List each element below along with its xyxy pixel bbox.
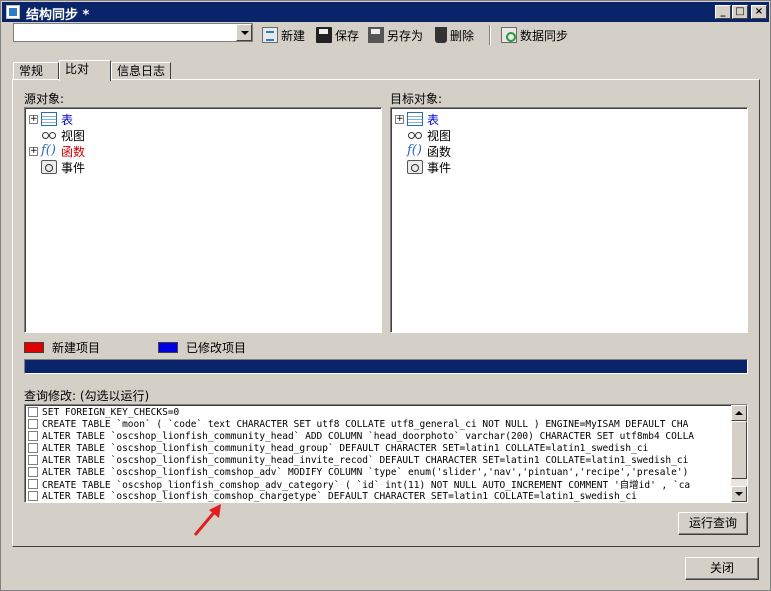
source-label: 源对象: xyxy=(24,92,65,106)
table-icon xyxy=(41,112,57,126)
new-icon xyxy=(262,27,278,43)
save-button[interactable]: 保存 xyxy=(316,26,359,44)
query-checkbox[interactable] xyxy=(28,419,38,429)
target-node-tables[interactable]: + 表 xyxy=(395,111,439,127)
query-label: 查询修改: (勾选以运行) xyxy=(24,389,150,403)
query-text: ALTER TABLE `oscshop_lionfish_community_… xyxy=(42,454,689,466)
save-as-label: 另存为 xyxy=(387,28,424,43)
target-node-views[interactable]: 视图 xyxy=(395,127,451,143)
query-row[interactable]: ALTER TABLE `oscshop_lionfish_community_… xyxy=(28,430,694,442)
delete-button[interactable]: 删除 xyxy=(435,26,474,44)
tab-compare[interactable]: 比对 xyxy=(59,60,111,81)
query-checkbox[interactable] xyxy=(28,479,38,489)
close-window-button[interactable]: × xyxy=(751,5,767,19)
toolbar-separator xyxy=(489,25,491,45)
save-icon xyxy=(316,27,332,43)
save-as-button[interactable]: 另存为 xyxy=(368,26,423,44)
close-button[interactable]: 关闭 xyxy=(685,557,759,580)
query-checkbox[interactable] xyxy=(28,431,38,441)
save-as-icon xyxy=(368,27,384,43)
target-label: 目标对象: xyxy=(390,92,443,106)
plus-icon[interactable]: + xyxy=(395,114,404,124)
query-text: ALTER TABLE `oscshop_lionfish_comshop_ch… xyxy=(42,490,637,502)
query-row[interactable]: ALTER TABLE `oscshop_lionfish_comshop_ch… xyxy=(28,490,637,502)
chevron-down-icon[interactable] xyxy=(236,24,252,41)
target-node-events[interactable]: 事件 xyxy=(395,159,451,175)
query-checkbox[interactable] xyxy=(28,443,38,453)
source-node-views-label: 视图 xyxy=(61,128,86,143)
query-list[interactable]: SET FOREIGN_KEY_CHECKS=0 CREATE TABLE `m… xyxy=(24,404,748,503)
view-icon xyxy=(41,128,57,142)
source-node-events[interactable]: 事件 xyxy=(29,159,85,175)
title-bar: 结构同步 * _ □ × xyxy=(2,2,769,23)
source-tree[interactable]: + 表 视图 + f() 函数 事件 xyxy=(24,107,382,333)
source-node-events-label: 事件 xyxy=(61,160,86,175)
query-row[interactable]: ALTER TABLE `oscshop_lionfish_community_… xyxy=(28,442,648,454)
annotation-arrow-icon xyxy=(193,504,221,536)
toolbar: 新建 保存 另存为 删除 数据同步 xyxy=(11,23,761,47)
query-checkbox[interactable] xyxy=(28,407,38,417)
event-icon xyxy=(407,160,423,174)
legend-modified-swatch xyxy=(158,342,178,353)
query-text: SET FOREIGN_KEY_CHECKS=0 xyxy=(42,406,180,418)
data-sync-button[interactable]: 数据同步 xyxy=(501,26,568,44)
profile-combo[interactable] xyxy=(13,23,253,42)
query-row[interactable]: ALTER TABLE `oscshop_lionfish_community_… xyxy=(28,454,688,466)
target-node-events-label: 事件 xyxy=(427,160,452,175)
delete-label: 删除 xyxy=(450,28,475,43)
target-node-functions-label: 函数 xyxy=(427,144,452,159)
query-text: CREATE TABLE `moon` ( `code` text CHARAC… xyxy=(42,418,689,430)
run-query-button[interactable]: 运行查询 xyxy=(678,512,748,535)
query-checkbox[interactable] xyxy=(28,491,38,501)
scroll-up-icon[interactable] xyxy=(731,405,747,421)
legend-new-swatch xyxy=(24,342,44,353)
save-label: 保存 xyxy=(335,28,360,43)
query-text: CREATE TABLE `oscshop_lionfish_comshop_a… xyxy=(42,480,691,491)
source-node-tables[interactable]: + 表 xyxy=(29,111,73,127)
query-row[interactable]: CREATE TABLE `oscshop_lionfish_comshop_a… xyxy=(28,478,691,491)
function-icon: f() xyxy=(41,143,56,158)
legend-modified-label: 已修改项目 xyxy=(186,341,247,355)
minimize-button[interactable]: _ xyxy=(715,5,731,19)
query-scrollbar[interactable] xyxy=(731,405,747,502)
legend-new-label: 新建项目 xyxy=(52,341,101,355)
query-text: ALTER TABLE `oscshop_lionfish_community_… xyxy=(42,430,695,442)
target-tree[interactable]: + 表 视图 f() 函数 事件 xyxy=(390,107,748,333)
function-icon: f() xyxy=(407,143,422,158)
view-icon xyxy=(407,128,423,142)
event-icon xyxy=(41,160,57,174)
sync-icon xyxy=(501,27,517,43)
new-button[interactable]: 新建 xyxy=(262,26,305,44)
target-node-views-label: 视图 xyxy=(427,128,452,143)
query-checkbox[interactable] xyxy=(28,467,38,477)
target-node-functions[interactable]: f() 函数 xyxy=(395,143,451,159)
app-icon xyxy=(6,5,20,19)
source-node-functions-label: 函数 xyxy=(61,144,86,159)
window-title: 结构同步 * xyxy=(26,8,90,23)
maximize-button[interactable]: □ xyxy=(732,5,748,19)
scroll-down-icon[interactable] xyxy=(731,486,747,502)
query-text: ALTER TABLE `oscshop_lionfish_comshop_ad… xyxy=(42,466,689,478)
plus-icon[interactable]: + xyxy=(29,114,38,124)
tab-general[interactable]: 常规 xyxy=(13,62,59,80)
query-row[interactable]: CREATE TABLE `moon` ( `code` text CHARAC… xyxy=(28,418,688,430)
query-checkbox[interactable] xyxy=(28,455,38,465)
tab-info-log[interactable]: 信息日志 xyxy=(111,62,171,80)
query-text: ALTER TABLE `oscshop_lionfish_community_… xyxy=(42,442,649,454)
query-row[interactable]: SET FOREIGN_KEY_CHECKS=0 xyxy=(28,406,179,418)
compare-panel: 源对象: 目标对象: + 表 视图 + f() 函数 事件 + 表 视图 f()… xyxy=(12,79,760,547)
data-sync-label: 数据同步 xyxy=(520,28,569,43)
new-label: 新建 xyxy=(281,28,306,43)
table-icon xyxy=(407,112,423,126)
source-node-tables-label: 表 xyxy=(61,112,74,127)
scroll-thumb[interactable] xyxy=(731,421,747,479)
target-node-tables-label: 表 xyxy=(427,112,440,127)
progress-bar xyxy=(24,359,748,374)
sync-window: 结构同步 * _ □ × 新建 保存 另存为 删除 数据同步 常规 比对 信息日… xyxy=(0,0,771,591)
source-node-views[interactable]: 视图 xyxy=(29,127,85,143)
trash-icon xyxy=(435,27,447,43)
source-node-functions[interactable]: + f() 函数 xyxy=(29,143,85,159)
plus-icon[interactable]: + xyxy=(29,146,38,156)
